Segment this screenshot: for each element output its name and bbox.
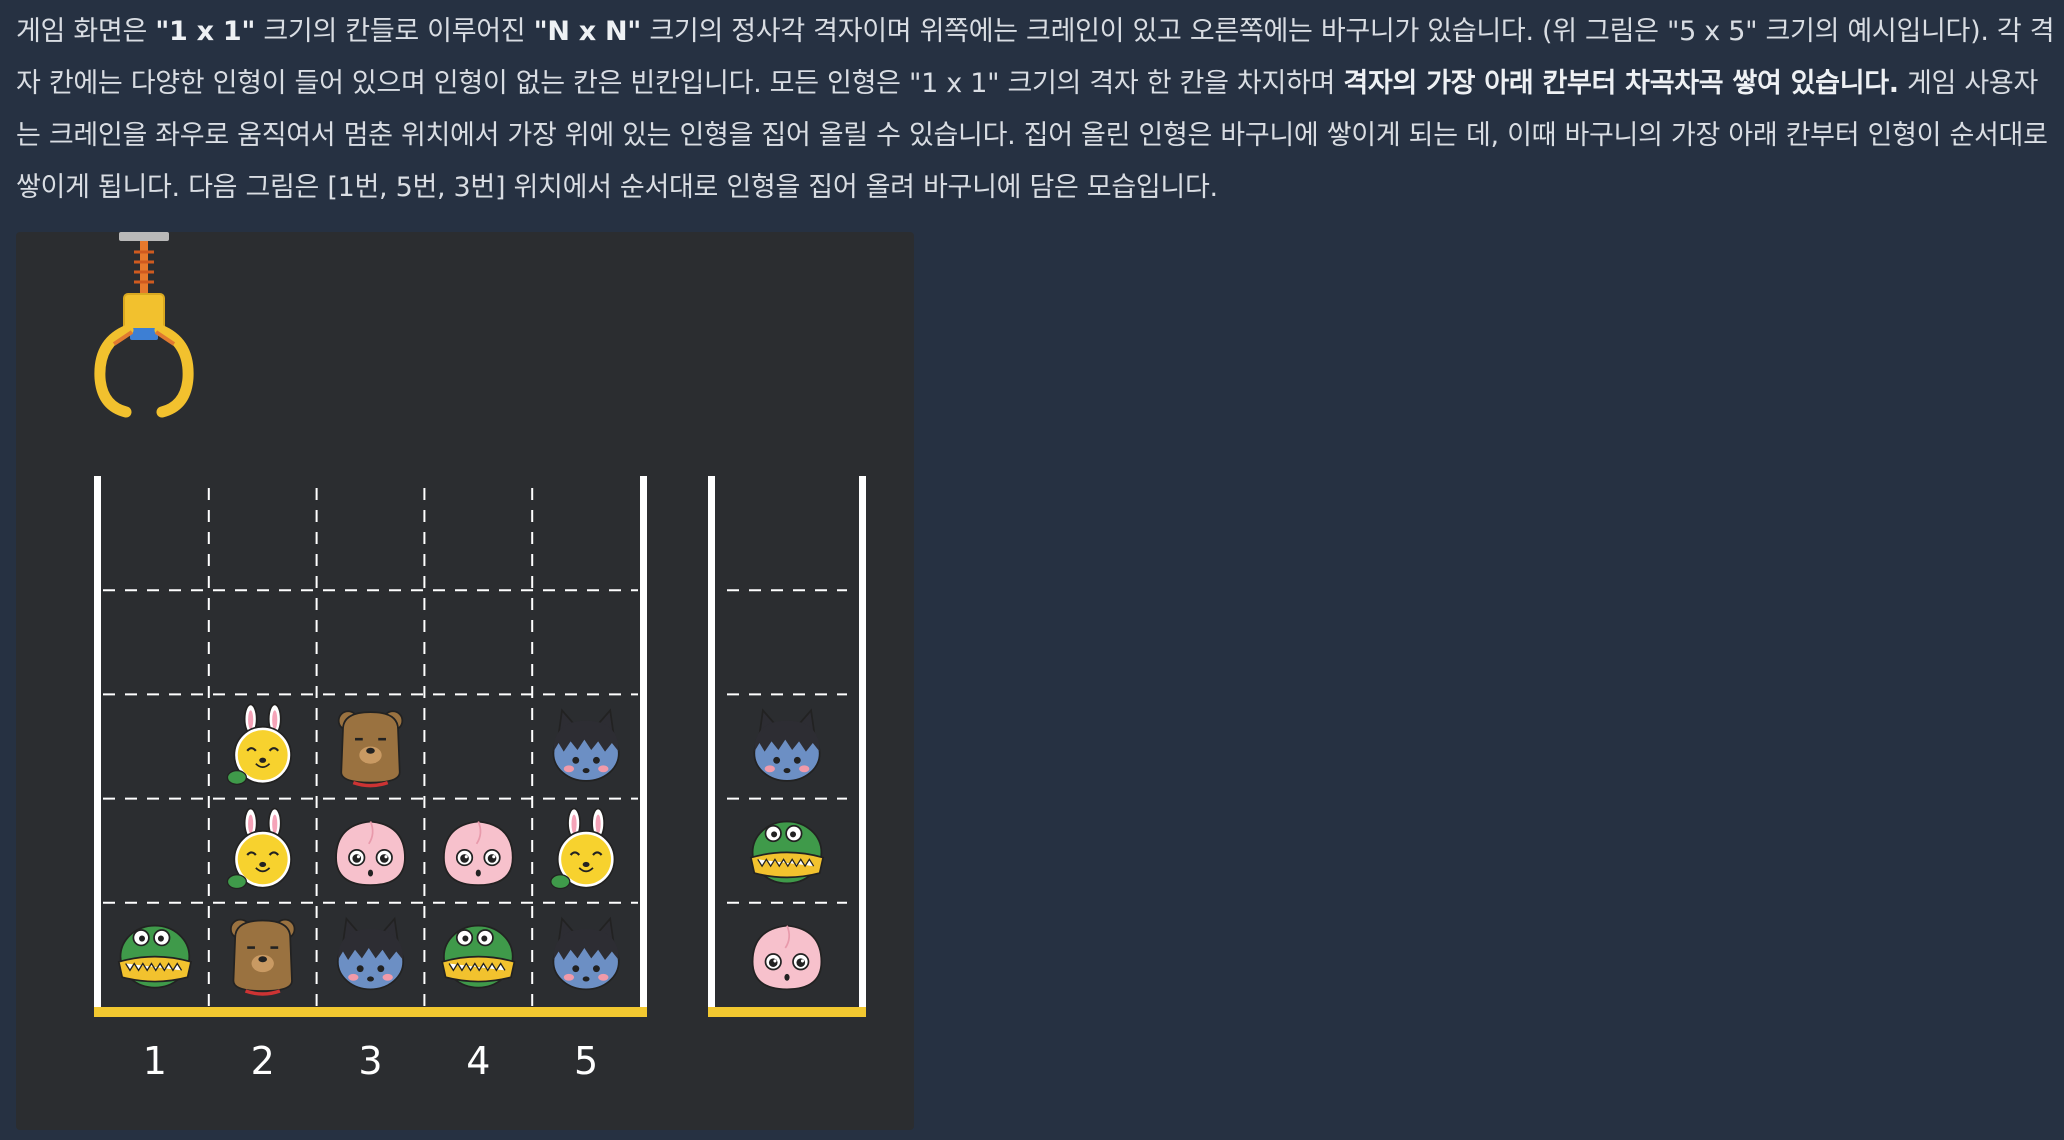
crane-game-illustration: 1 2 3 4 5 <box>16 232 914 1130</box>
column-label: 4 <box>466 1039 490 1083</box>
crane-game-figure: 1 2 3 4 5 <box>94 232 866 1083</box>
doll-peach <box>335 820 406 886</box>
doll-croc <box>117 924 192 989</box>
column-label: 5 <box>574 1039 598 1083</box>
board-wall-left <box>94 476 101 1007</box>
doll-rabbit <box>549 807 616 890</box>
basket-floor <box>708 1007 866 1017</box>
doll-bear <box>229 917 297 996</box>
doll-peach <box>443 820 514 886</box>
crane-rail <box>119 232 169 241</box>
doll-rabbit <box>226 703 293 786</box>
column-label: 3 <box>358 1039 382 1083</box>
doll-neo <box>552 917 620 991</box>
board-dolls <box>117 703 620 996</box>
doll-neo <box>552 709 620 782</box>
board-floor <box>94 1007 647 1017</box>
basket <box>708 476 866 1017</box>
basket-doll-neo <box>753 709 821 782</box>
doll-neo <box>336 917 405 991</box>
basket-doll-peach <box>751 924 823 991</box>
column-label: 2 <box>251 1039 275 1083</box>
basket-wall-right <box>859 476 866 1007</box>
problem-description: 게임 화면은 "1 x 1" 크기의 칸들로 이루어진 "N x N" 크기의 … <box>16 6 2056 214</box>
doll-rabbit <box>226 807 293 890</box>
basket-doll-croc <box>750 820 824 885</box>
column-label: 1 <box>143 1039 167 1083</box>
basket-wall-left <box>708 476 715 1007</box>
column-labels: 1 2 3 4 5 <box>143 1039 598 1083</box>
doll-bear <box>336 709 405 788</box>
crane <box>94 232 194 418</box>
doll-croc <box>441 924 516 989</box>
description-paragraph: 게임 화면은 "1 x 1" 크기의 칸들로 이루어진 "N x N" 크기의 … <box>16 16 2055 203</box>
crane-joint <box>130 328 158 340</box>
board-wall-right <box>640 476 647 1007</box>
